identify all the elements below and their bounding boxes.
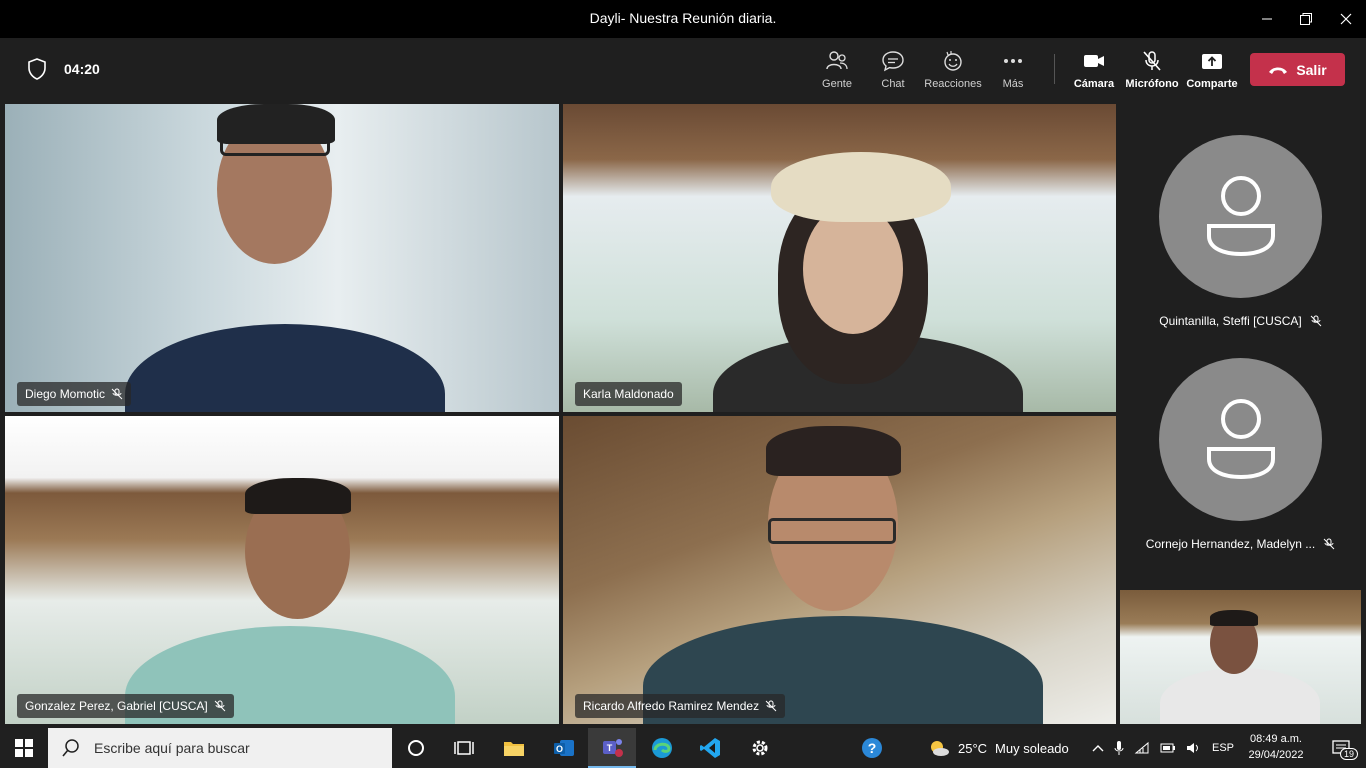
windows-icon bbox=[15, 739, 33, 757]
microphone-muted-icon bbox=[1143, 51, 1161, 71]
self-view-video[interactable] bbox=[1120, 590, 1361, 724]
notification-count: 19 bbox=[1340, 748, 1359, 760]
microphone-muted-icon bbox=[214, 700, 226, 712]
camera-icon bbox=[1084, 55, 1104, 67]
microphone-muted-icon bbox=[1310, 315, 1322, 327]
maximize-button[interactable] bbox=[1291, 6, 1321, 32]
reactions-button[interactable]: Reacciones bbox=[923, 50, 983, 90]
share-button[interactable]: Comparte bbox=[1182, 50, 1242, 90]
teams-button[interactable]: T bbox=[588, 728, 636, 768]
close-icon bbox=[1340, 13, 1352, 25]
weather-condition: Muy soleado bbox=[995, 740, 1069, 756]
window-title: Dayli- Nuestra Reunión diaria. bbox=[589, 10, 777, 26]
vscode-icon bbox=[700, 738, 720, 758]
task-view-button[interactable] bbox=[440, 728, 488, 768]
svg-text:?: ? bbox=[868, 740, 877, 756]
search-icon bbox=[62, 739, 79, 757]
microphone-icon[interactable] bbox=[1114, 740, 1124, 756]
video-tile[interactable]: Gonzalez Perez, Gabriel [CUSCA] bbox=[5, 416, 559, 724]
avatar[interactable] bbox=[1159, 135, 1322, 298]
meeting-toolbar: 04:20 Gente Chat Reacciones Más Cámara M… bbox=[0, 38, 1366, 100]
toolbar-divider bbox=[1054, 54, 1055, 84]
search-placeholder: Escribe aquí para buscar bbox=[94, 740, 250, 756]
participant-label: Cornejo Hernandez, Madelyn ... bbox=[1120, 537, 1361, 551]
minimize-button[interactable] bbox=[1252, 6, 1282, 32]
chat-icon bbox=[882, 51, 904, 72]
microphone-muted-icon bbox=[765, 700, 777, 712]
video-tile[interactable]: Ricardo Alfredo Ramirez Mendez bbox=[563, 416, 1116, 724]
chevron-up-icon[interactable] bbox=[1092, 743, 1104, 753]
taskbar: Escribe aquí para buscar O T ? 25°C Muy … bbox=[0, 728, 1366, 768]
participant-label: Diego Momotic bbox=[17, 382, 132, 406]
reactions-icon bbox=[944, 51, 962, 71]
shield-icon bbox=[27, 58, 47, 85]
clock[interactable]: 08:49 a.m. 29/04/2022 bbox=[1244, 731, 1308, 763]
minimize-icon bbox=[1262, 18, 1272, 20]
avatar[interactable] bbox=[1159, 358, 1322, 521]
people-icon bbox=[826, 51, 848, 70]
sun-cloud-icon bbox=[931, 741, 949, 756]
teams-icon: T bbox=[603, 739, 623, 757]
cortana-icon bbox=[408, 740, 424, 756]
edge-icon bbox=[652, 738, 672, 758]
vscode-button[interactable] bbox=[686, 728, 734, 768]
battery-icon[interactable] bbox=[1160, 741, 1176, 755]
network-icon[interactable] bbox=[1134, 741, 1150, 755]
meeting-timer: 04:20 bbox=[64, 61, 100, 77]
title-bar: Dayli- Nuestra Reunión diaria. bbox=[0, 0, 1366, 38]
cortana-button[interactable] bbox=[392, 728, 440, 768]
settings-button[interactable] bbox=[736, 728, 784, 768]
video-tile[interactable]: Karla Maldonado bbox=[563, 104, 1116, 412]
microphone-muted-icon bbox=[111, 388, 123, 400]
video-tile[interactable]: Diego Momotic bbox=[5, 104, 559, 412]
help-icon: ? bbox=[862, 738, 882, 758]
notification-center-button[interactable]: 19 bbox=[1318, 728, 1366, 768]
outlook-icon: O bbox=[554, 740, 574, 756]
clock-time: 08:49 a.m. bbox=[1250, 733, 1302, 745]
more-icon bbox=[1004, 59, 1022, 63]
more-button[interactable]: Más bbox=[983, 50, 1043, 90]
leave-button[interactable]: Salir bbox=[1250, 53, 1345, 86]
help-button[interactable]: ? bbox=[848, 728, 896, 768]
close-button[interactable] bbox=[1331, 6, 1361, 32]
restore-icon bbox=[1300, 13, 1312, 25]
participant-label: Karla Maldonado bbox=[575, 382, 682, 406]
folder-icon bbox=[504, 742, 524, 756]
task-view-icon bbox=[454, 741, 474, 755]
microphone-button[interactable]: Micrófono bbox=[1122, 50, 1182, 90]
hang-up-icon bbox=[1269, 67, 1288, 74]
participant-label: Quintanilla, Steffi [CUSCA] bbox=[1120, 314, 1361, 328]
chat-button[interactable]: Chat bbox=[863, 50, 923, 90]
search-box[interactable]: Escribe aquí para buscar bbox=[48, 728, 392, 768]
people-button[interactable]: Gente bbox=[807, 50, 867, 90]
system-tray: ESP bbox=[1092, 728, 1234, 768]
camera-button[interactable]: Cámara bbox=[1064, 50, 1124, 90]
person-icon bbox=[1206, 175, 1275, 256]
person-icon bbox=[1206, 398, 1275, 479]
participant-label: Gonzalez Perez, Gabriel [CUSCA] bbox=[17, 694, 234, 718]
gear-icon bbox=[752, 740, 768, 756]
svg-text:O: O bbox=[556, 744, 563, 754]
participant-label: Ricardo Alfredo Ramirez Mendez bbox=[575, 694, 786, 718]
share-icon bbox=[1202, 54, 1222, 69]
volume-icon[interactable] bbox=[1186, 741, 1202, 755]
svg-text:T: T bbox=[607, 743, 613, 753]
edge-button[interactable] bbox=[638, 728, 686, 768]
language-indicator[interactable]: ESP bbox=[1212, 742, 1234, 754]
start-button[interactable] bbox=[0, 728, 48, 768]
outlook-button[interactable]: O bbox=[540, 728, 588, 768]
weather-widget[interactable]: 25°C Muy soleado bbox=[928, 728, 1069, 768]
microphone-muted-icon bbox=[1323, 538, 1335, 550]
weather-temperature: 25°C bbox=[958, 740, 988, 756]
file-explorer-button[interactable] bbox=[490, 728, 538, 768]
clock-date: 29/04/2022 bbox=[1248, 749, 1304, 761]
